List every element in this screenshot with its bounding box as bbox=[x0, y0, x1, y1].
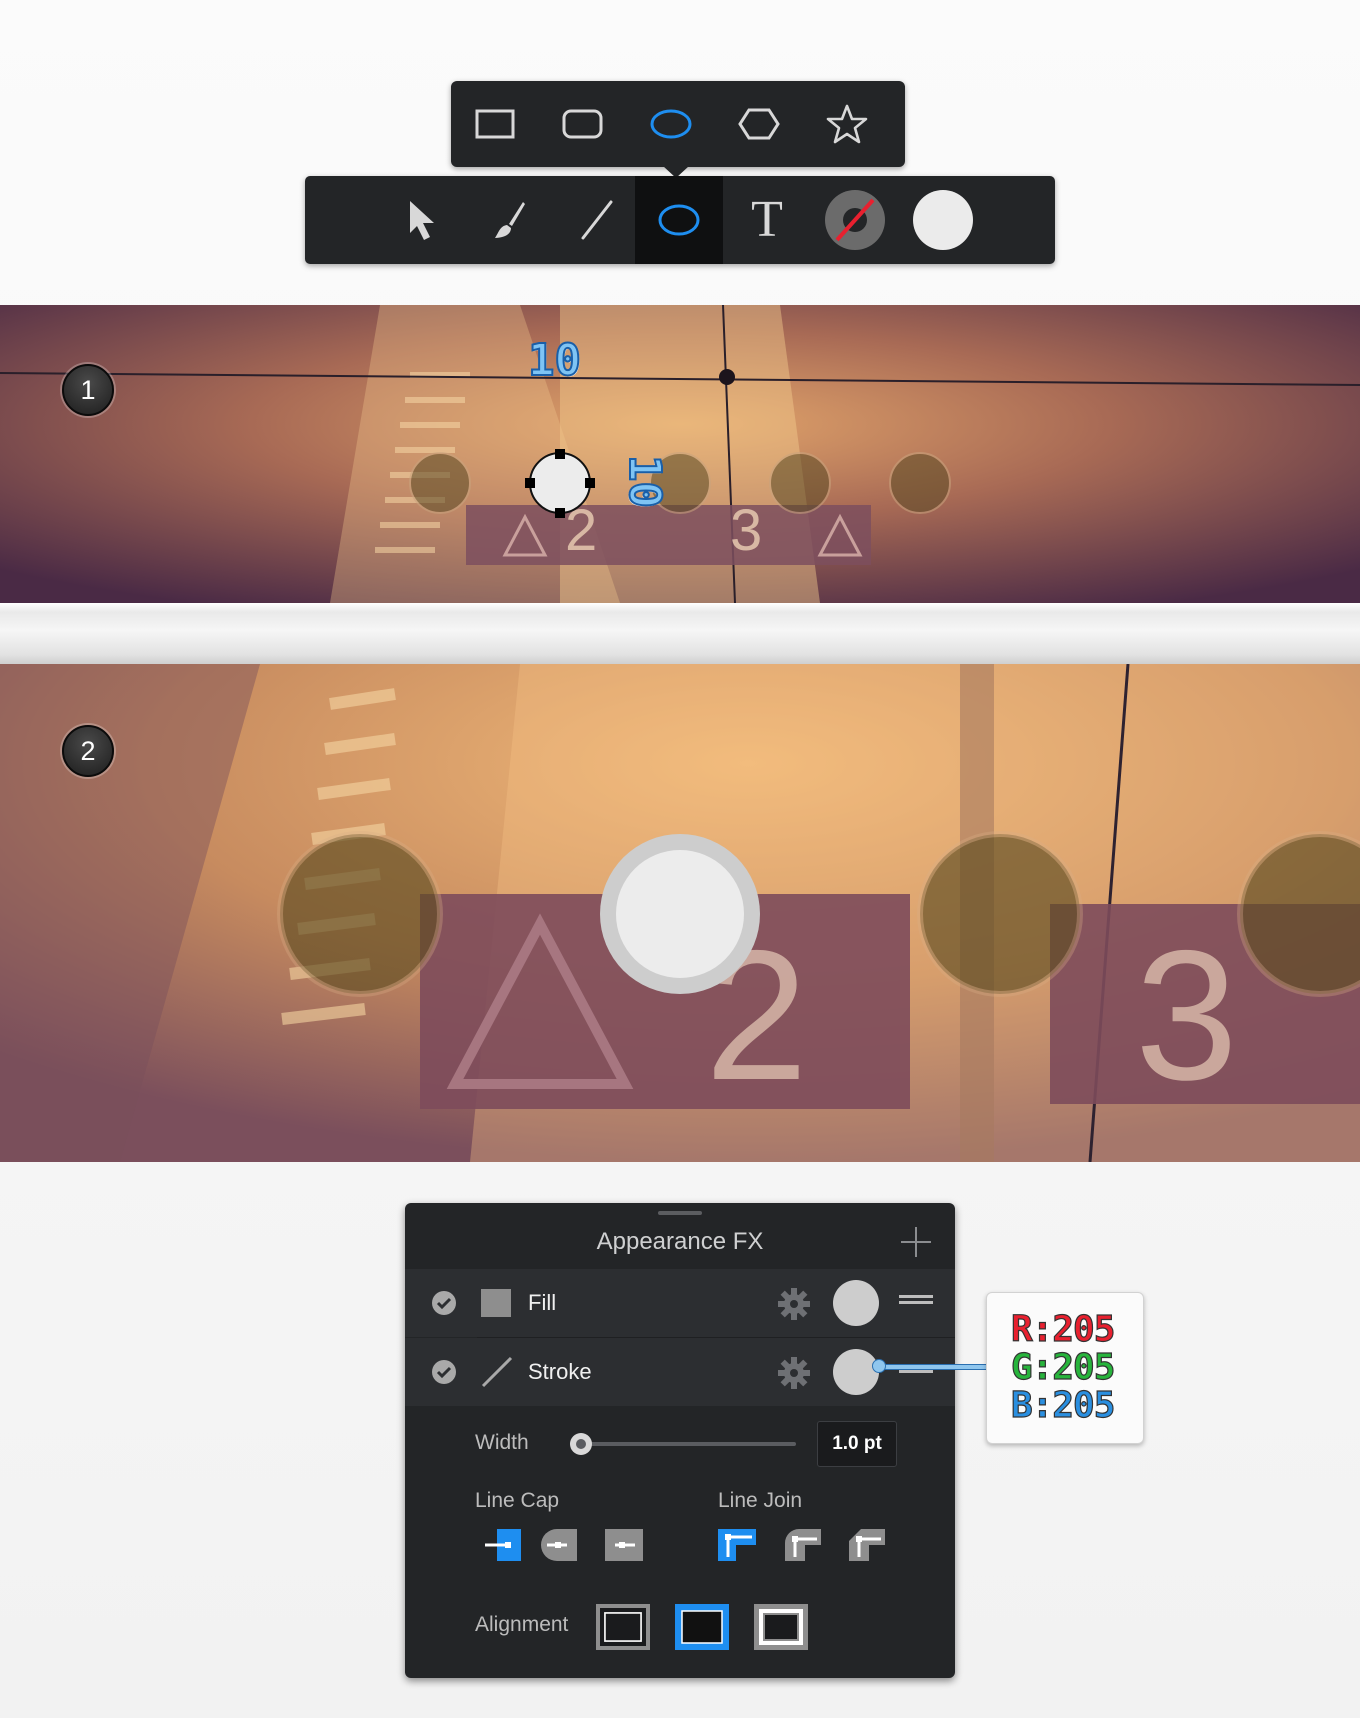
ellipse-icon bbox=[658, 204, 700, 236]
stroke-color-button[interactable] bbox=[811, 176, 899, 264]
gear-icon[interactable] bbox=[777, 1287, 811, 1321]
stroke-color-icon bbox=[825, 190, 885, 250]
canvas-step-1[interactable]: 2 3 1 10 10 bbox=[0, 305, 1360, 603]
ellipse-icon bbox=[650, 109, 692, 139]
ellipse-tool-button[interactable] bbox=[635, 176, 723, 264]
hexagon-icon bbox=[738, 108, 780, 140]
width-dimension-label: 10 bbox=[527, 334, 582, 387]
line-tool-button[interactable] bbox=[553, 176, 641, 264]
callout-anchor bbox=[872, 1359, 886, 1373]
text-icon: T bbox=[751, 191, 783, 248]
check-icon bbox=[436, 1366, 452, 1379]
callout-connector bbox=[878, 1364, 990, 1370]
stroke-type-icon bbox=[481, 1356, 513, 1388]
fill-color-swatch[interactable] bbox=[833, 1280, 879, 1326]
stroke-color-swatch[interactable] bbox=[833, 1349, 879, 1395]
line-join-label: Line Join bbox=[718, 1489, 803, 1512]
svg-text:3: 3 bbox=[730, 498, 762, 563]
square-cap-icon[interactable] bbox=[605, 1527, 645, 1563]
rectangle-icon bbox=[475, 109, 515, 139]
stroke-row[interactable]: Stroke bbox=[405, 1338, 955, 1406]
width-slider[interactable] bbox=[570, 1442, 796, 1446]
step-badge: 2 bbox=[62, 725, 114, 777]
text-tool-button[interactable]: T bbox=[723, 176, 811, 264]
width-value-field[interactable]: 1.0 pt bbox=[817, 1421, 897, 1467]
align-center-icon[interactable] bbox=[674, 1603, 730, 1651]
line-cap-label: Line Cap bbox=[475, 1489, 560, 1512]
rectangle-tool-button[interactable] bbox=[451, 81, 539, 167]
width-label: Width bbox=[475, 1431, 529, 1454]
butt-cap-icon[interactable] bbox=[483, 1527, 523, 1563]
fill-color-icon bbox=[913, 190, 973, 250]
drag-handle[interactable] bbox=[658, 1211, 702, 1215]
select-tool-button[interactable] bbox=[377, 176, 465, 264]
round-join-icon[interactable] bbox=[783, 1527, 823, 1563]
reorder-handle-icon[interactable] bbox=[899, 1295, 933, 1307]
polygon-tool-button[interactable] bbox=[715, 81, 803, 167]
fill-label: Fill bbox=[528, 1290, 557, 1315]
step-badge: 1 bbox=[62, 364, 114, 416]
svg-text:3: 3 bbox=[1135, 913, 1238, 1119]
canvas-photo-2: 2 3 bbox=[0, 664, 1360, 1162]
fill-type-icon bbox=[481, 1289, 511, 1317]
round-cap-icon[interactable] bbox=[539, 1527, 579, 1563]
miter-join-icon[interactable] bbox=[718, 1527, 758, 1563]
ellipse-shape-button[interactable] bbox=[627, 81, 715, 167]
stroke-label: Stroke bbox=[528, 1359, 592, 1384]
brush-icon bbox=[495, 202, 525, 238]
width-slider-knob[interactable] bbox=[570, 1433, 593, 1455]
section-divider bbox=[0, 603, 1360, 664]
brush-tool-button[interactable] bbox=[465, 176, 553, 264]
appearance-panel: Appearance FX Fill Stroke Width 1.0 pt L… bbox=[405, 1203, 955, 1678]
canvas-step-2[interactable]: 2 3 2 bbox=[0, 664, 1360, 1162]
height-dimension-label: 10 bbox=[618, 454, 671, 509]
stroke-enabled-checkbox[interactable] bbox=[432, 1360, 456, 1384]
star-icon bbox=[826, 104, 868, 144]
rgb-callout: R:205 G:205 B:205 bbox=[986, 1292, 1144, 1444]
star-tool-button[interactable] bbox=[803, 81, 891, 167]
rounded-rectangle-tool-button[interactable] bbox=[539, 81, 627, 167]
red-value: R:205 bbox=[1010, 1309, 1116, 1350]
check-icon bbox=[436, 1297, 452, 1310]
arrow-cursor-icon bbox=[410, 201, 434, 240]
align-inside-icon[interactable] bbox=[595, 1603, 651, 1651]
rounded-rectangle-icon bbox=[562, 109, 603, 139]
green-value: G:205 bbox=[1010, 1347, 1116, 1388]
fill-color-button[interactable] bbox=[899, 176, 987, 264]
blue-value: B:205 bbox=[1010, 1385, 1116, 1426]
alignment-label: Alignment bbox=[475, 1613, 569, 1636]
fill-enabled-checkbox[interactable] bbox=[432, 1291, 456, 1315]
line-icon bbox=[581, 200, 613, 240]
align-outside-icon[interactable] bbox=[753, 1603, 809, 1651]
fill-row[interactable]: Fill bbox=[405, 1269, 955, 1337]
canvas-photo-1: 2 3 bbox=[0, 305, 1360, 603]
main-toolbar: T bbox=[305, 176, 1055, 264]
bevel-join-icon[interactable] bbox=[847, 1527, 887, 1563]
gear-icon[interactable] bbox=[777, 1356, 811, 1390]
panel-title: Appearance FX bbox=[596, 1228, 764, 1255]
shape-popup bbox=[451, 81, 905, 178]
add-effect-icon[interactable] bbox=[899, 1225, 933, 1259]
